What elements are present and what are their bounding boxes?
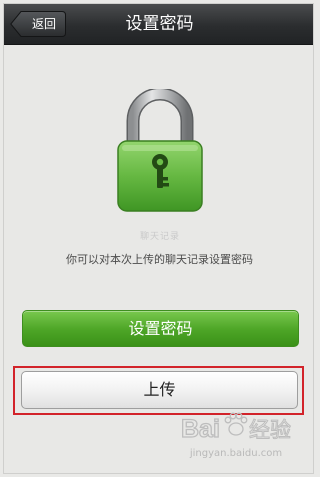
svg-text:经验: 经验 (249, 418, 291, 442)
lock-icon (117, 89, 203, 212)
app-screen: 返回 设置密码 聊天记录 你可以对本次上传的聊天记录设置密码 设置密码 上传 B… (3, 3, 314, 474)
svg-text:Bai: Bai (181, 415, 220, 443)
set-password-button[interactable]: 设置密码 (22, 310, 299, 347)
navigation-bar: 返回 设置密码 (4, 4, 313, 45)
baidu-jingyan-watermark: Bai 经验 (180, 412, 292, 444)
faint-overlay-text: 聊天记录 (139, 232, 180, 242)
upload-button[interactable]: 上传 (21, 371, 298, 409)
password-description: 你可以对本次上传的聊天记录设置密码 (66, 253, 253, 266)
main-content: 聊天记录 你可以对本次上传的聊天记录设置密码 设置密码 上传 Bai 经验 ji… (4, 45, 313, 473)
baidu-paw-icon (224, 412, 248, 436)
back-button[interactable]: 返回 (10, 11, 66, 37)
back-button-label: 返回 (31, 17, 56, 31)
watermark-url: jingyan.baidu.com (189, 448, 283, 459)
